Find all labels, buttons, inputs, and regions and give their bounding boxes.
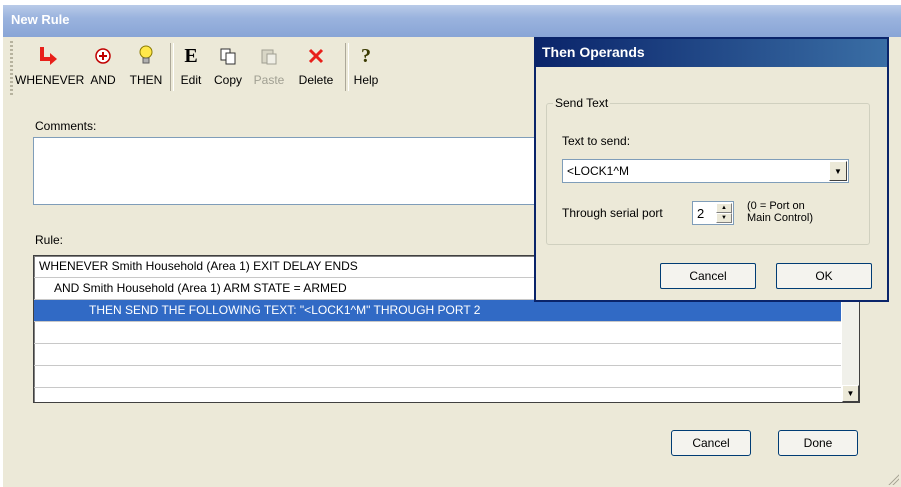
- text-to-send-value: <LOCK1^M: [567, 164, 629, 178]
- port-note-line-2: Main Control): [747, 212, 814, 224]
- rule-row-then[interactable]: THEN SEND THE FOLLOWING TEXT: "<LOCK1^M"…: [34, 300, 841, 322]
- edit-button[interactable]: E Edit: [175, 43, 207, 95]
- comments-label: Comments:: [35, 119, 97, 133]
- and-button[interactable]: AND: [83, 43, 123, 95]
- copy-icon: [220, 48, 236, 65]
- help-button[interactable]: ? Help: [350, 43, 382, 95]
- new-rule-window: New Rule WHENEVER AND THEN E Edit Copy P…: [3, 5, 901, 487]
- dialog-cancel-button[interactable]: Cancel: [660, 263, 756, 289]
- rule-row-empty[interactable]: [34, 344, 841, 366]
- window-title: New Rule: [11, 12, 70, 27]
- cancel-button[interactable]: Cancel: [671, 430, 751, 456]
- port-note-line-1: (0 = Port on: [747, 200, 805, 212]
- toolbar-grip[interactable]: [10, 41, 13, 97]
- paste-icon: [261, 49, 277, 65]
- help-question-icon: ?: [361, 44, 371, 67]
- toolbar-separator: [345, 43, 349, 91]
- whenever-button[interactable]: WHENEVER: [15, 43, 84, 95]
- serial-port-label: Through serial port: [562, 206, 663, 220]
- lightbulb-icon: [139, 45, 153, 64]
- scroll-down-icon[interactable]: ▼: [842, 385, 859, 402]
- rule-label: Rule:: [35, 233, 64, 247]
- copy-button[interactable]: Copy: [209, 43, 247, 95]
- port-note: (0 = Port on Main Control): [747, 200, 813, 224]
- send-text-group-label: Send Text: [553, 96, 611, 110]
- then-button[interactable]: THEN: [125, 43, 167, 95]
- serial-port-stepper[interactable]: 2 ▲ ▼: [692, 201, 734, 225]
- serial-port-value: 2: [697, 206, 705, 221]
- dialog-ok-button[interactable]: OK: [776, 263, 872, 289]
- done-button[interactable]: Done: [778, 430, 858, 456]
- rule-row-empty[interactable]: [34, 322, 841, 344]
- text-to-send-label: Text to send:: [562, 134, 631, 148]
- delete-button[interactable]: Delete: [291, 43, 341, 95]
- resize-grip-icon[interactable]: [887, 473, 899, 485]
- rule-row-empty[interactable]: [34, 366, 841, 388]
- turn-arrow-icon: [40, 47, 57, 65]
- paste-button[interactable]: Paste: [249, 43, 289, 95]
- comments-textarea[interactable]: [33, 137, 590, 205]
- window-titlebar[interactable]: New Rule: [3, 5, 901, 37]
- plus-circle-icon: [95, 48, 111, 64]
- dialog-title: Then Operands: [542, 44, 645, 60]
- dialog-titlebar[interactable]: Then Operands: [536, 39, 887, 67]
- toolbar-separator: [170, 43, 174, 91]
- then-operands-dialog: Then Operands Send Text Text to send: <L…: [534, 37, 889, 302]
- spin-down-icon[interactable]: ▼: [716, 213, 732, 223]
- chevron-down-icon[interactable]: ▼: [829, 161, 847, 181]
- edit-icon: E: [184, 44, 198, 67]
- delete-x-icon: [308, 48, 324, 64]
- text-to-send-combo[interactable]: <LOCK1^M ▼: [562, 159, 849, 183]
- send-text-group: Send Text Text to send: <LOCK1^M ▼ Throu…: [546, 96, 870, 245]
- spin-up-icon[interactable]: ▲: [716, 203, 732, 213]
